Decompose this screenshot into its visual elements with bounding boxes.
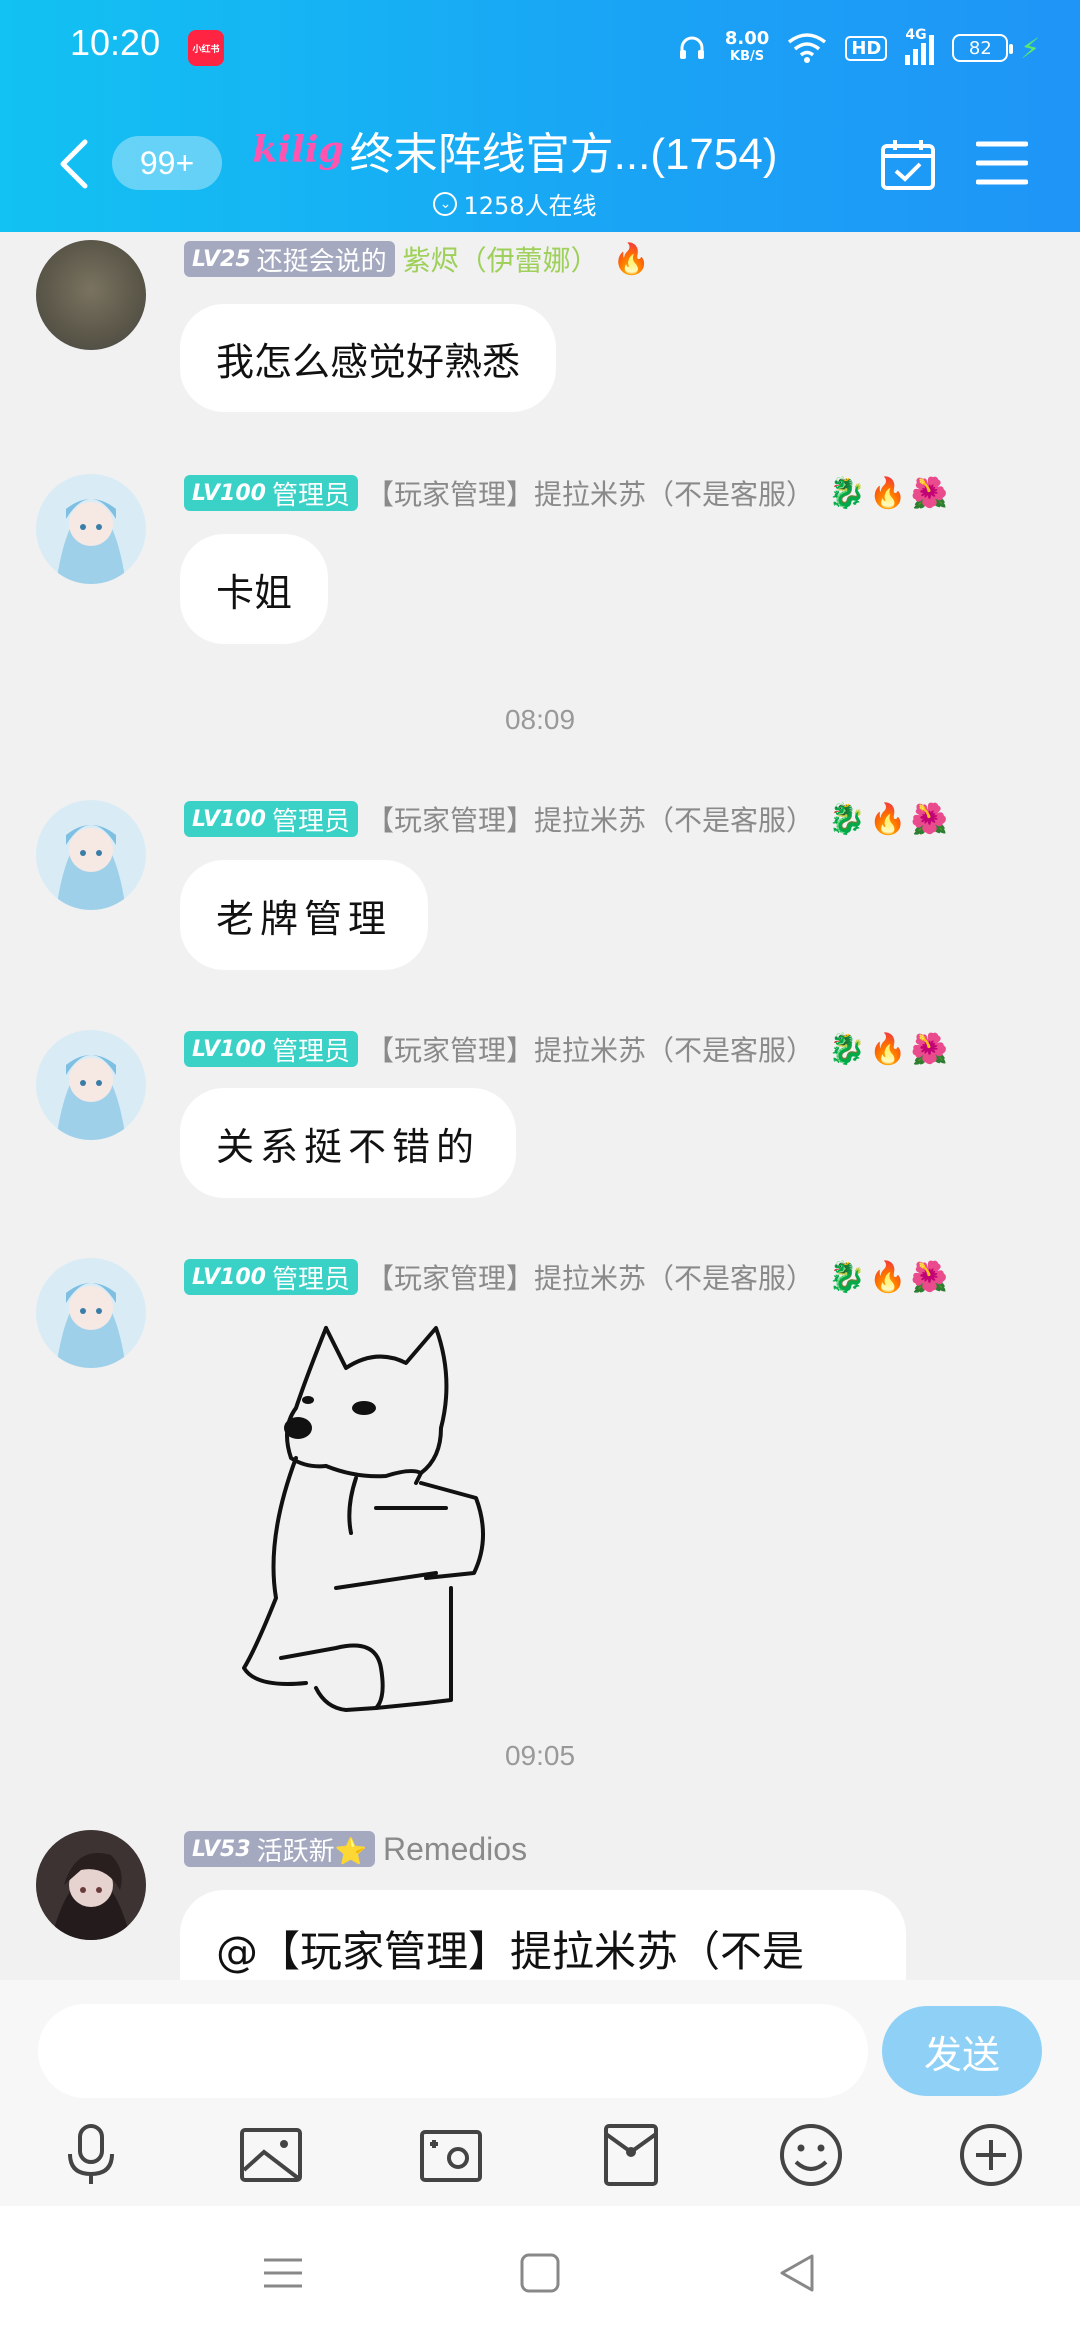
wifi-icon [788, 33, 827, 63]
camera-icon[interactable] [416, 2120, 486, 2190]
avatar[interactable] [36, 474, 146, 584]
chat-title-area[interactable]: kilig 终末阵线官方...(1754) ⌄ 1258人在线 [250, 118, 780, 221]
level-tag: LV53 活跃新⭐ [184, 1831, 376, 1867]
page-title: kilig 终末阵线官方...(1754) [250, 118, 780, 182]
menu-icon[interactable] [976, 140, 1028, 186]
message-bubble[interactable]: 老牌管理 [180, 860, 429, 970]
sender-line: LV100 管理员 【玩家管理】提拉米苏（不是客服） 🐉 🔥 🌺 [184, 1258, 948, 1296]
calendar-check-icon[interactable] [880, 138, 936, 192]
timestamp: 08:09 [504, 704, 576, 735]
group-name: 终末阵线官方...(1754) [349, 130, 778, 179]
avatar[interactable] [36, 240, 146, 350]
dragon-icon: 🐉 [827, 801, 866, 837]
admin-tag: LV100 管理员 [184, 801, 358, 837]
sender-name[interactable]: 紫烬（伊蕾娜） [403, 239, 599, 279]
chat-header: 10:20 小红书 8.00 KB/S HD 4G 82 ⚡ 99+ kilig [0, 0, 1080, 232]
sender-name[interactable]: Remedios [383, 1831, 527, 1868]
fire-icon: 🔥 [869, 1259, 907, 1295]
message-input[interactable] [38, 2004, 868, 2098]
status-bar: 10:20 小红书 8.00 KB/S HD 4G 82 ⚡ [0, 0, 1080, 96]
home-icon[interactable] [513, 2246, 567, 2300]
hd-icon: HD [845, 35, 888, 61]
send-button[interactable]: 发送 [882, 2006, 1042, 2096]
microphone-icon[interactable] [56, 2120, 126, 2190]
sender-name[interactable]: 【玩家管理】提拉米苏（不是客服） [366, 473, 814, 513]
sender-line: LV25 还挺会说的 紫烬（伊蕾娜） 🔥 [184, 240, 650, 278]
message-bubble[interactable]: 关系挺不错的 [180, 1088, 517, 1198]
dragon-icon: 🐉 [827, 1031, 866, 1067]
recent-apps-icon[interactable] [256, 2246, 310, 2300]
avatar[interactable] [36, 1830, 146, 1940]
fire-icon: 🔥 [869, 1031, 907, 1067]
status-time: 10:20 [70, 22, 161, 63]
avatar[interactable] [36, 1030, 146, 1140]
flower-emoji-icon: 🌺 [910, 1031, 949, 1067]
flower-emoji-icon: 🌺 [910, 475, 949, 511]
notification-app-icon: 小红书 [188, 30, 224, 66]
back-nav-icon[interactable] [770, 2246, 824, 2300]
image-icon[interactable] [236, 2120, 306, 2190]
message-bubble[interactable]: 卡姐 [180, 534, 329, 644]
badge-icons: 🐉 🔥 🌺 [828, 1032, 948, 1067]
admin-tag: LV100 管理员 [184, 475, 358, 511]
emoji-icon[interactable] [776, 2120, 846, 2190]
sender-line: LV100 管理员 【玩家管理】提拉米苏（不是客服） 🐉 🔥 🌺 [184, 474, 948, 512]
sender-line: LV100 管理员 【玩家管理】提拉米苏（不是客服） 🐉 🔥 🌺 [184, 800, 948, 838]
input-bar: 发送 [0, 1980, 1080, 2206]
sender-name[interactable]: 【玩家管理】提拉米苏（不是客服） [366, 799, 814, 839]
dragon-icon: 🐉 [827, 1259, 866, 1295]
kilig-logo: kilig [252, 129, 344, 171]
sender-line: LV100 管理员 【玩家管理】提拉米苏（不是客服） 🐉 🔥 🌺 [184, 1030, 948, 1068]
message-bubble[interactable]: 我怎么感觉好熟悉 [180, 304, 557, 412]
plus-icon[interactable] [956, 2120, 1026, 2190]
headphone-icon [679, 36, 704, 59]
status-icons: 8.00 KB/S HD 4G 82 ⚡ [677, 24, 1040, 72]
avatar[interactable] [36, 1258, 146, 1368]
anime-avatar-image [36, 474, 146, 584]
flower-emoji-icon: 🌺 [910, 801, 949, 837]
dog-sticker-image[interactable] [226, 1308, 496, 1748]
flower-emoji-icon: 🌺 [910, 1259, 949, 1295]
unread-count-badge[interactable]: 99+ [112, 136, 222, 190]
badge-icons: 🐉 🔥 🌺 [828, 1260, 948, 1295]
chevron-down-icon: ⌄ [433, 191, 458, 216]
dragon-icon: 🐉 [827, 475, 866, 511]
sender-name[interactable]: 【玩家管理】提拉米苏（不是客服） [366, 1029, 814, 1069]
timestamp: 09:05 [504, 1740, 576, 1771]
signal-icon: 4G [905, 27, 935, 65]
badge-icons: 🐉 🔥 🌺 [828, 802, 948, 837]
battery-icon: 82 [952, 34, 1014, 62]
sender-name[interactable]: 【玩家管理】提拉米苏（不是客服） [366, 1257, 814, 1297]
back-icon[interactable] [55, 138, 95, 190]
level-tag: LV25 还挺会说的 [184, 241, 395, 277]
online-count: ⌄ 1258人在线 [250, 186, 780, 221]
system-nav-bar [0, 2206, 1080, 2340]
net-speed: 8.00 KB/S [724, 28, 770, 65]
fire-icon: 🔥 [869, 475, 907, 511]
fire-icon: 🔥 [612, 241, 651, 277]
admin-tag: LV100 管理员 [184, 1031, 358, 1067]
badge-icons: 🐉 🔥 🌺 [828, 476, 948, 511]
avatar[interactable] [36, 800, 146, 910]
sender-line: LV53 活跃新⭐ Remedios [184, 1830, 527, 1868]
charging-icon: ⚡ [1020, 31, 1040, 65]
red-packet-icon[interactable] [596, 2120, 666, 2190]
fire-icon: 🔥 [869, 801, 907, 837]
admin-tag: LV100 管理员 [184, 1259, 358, 1295]
